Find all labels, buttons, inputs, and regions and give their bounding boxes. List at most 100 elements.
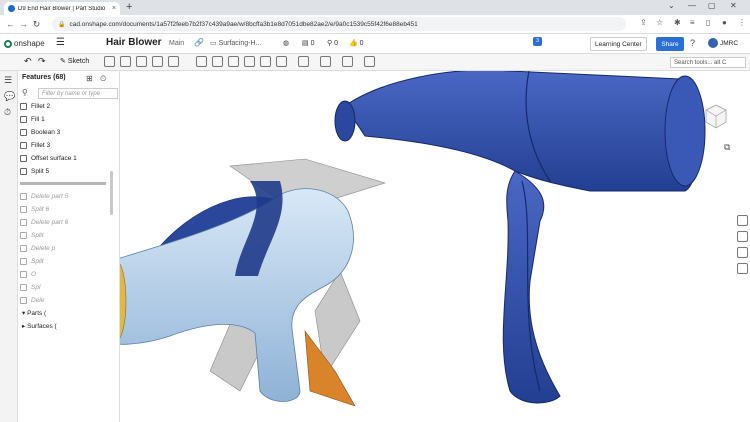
likes-counter[interactable]: 👍 0 [349, 39, 364, 47]
draft-icon[interactable] [228, 56, 239, 67]
bookmark-star-icon[interactable]: ☆ [656, 18, 663, 27]
redo-icon[interactable]: ↷ [38, 56, 46, 67]
share-page-icon[interactable]: ⇪ [640, 18, 647, 27]
avatar[interactable] [708, 38, 718, 48]
measure-icon[interactable] [737, 247, 748, 258]
fillet-icon[interactable] [196, 56, 207, 67]
feature-item[interactable]: Fillet 3 [20, 142, 50, 149]
onshape-logo-text: onshape [14, 39, 45, 48]
feature-item-suppressed[interactable]: O [20, 271, 36, 278]
blower-rear-cap [664, 75, 706, 187]
link-icon[interactable]: 🔗 [194, 38, 204, 47]
globe-icon[interactable]: ◍ [283, 39, 289, 47]
mate-connector-icon[interactable] [364, 56, 375, 67]
comments-icon[interactable]: 💬 [4, 91, 15, 102]
learning-center-button[interactable]: Learning Center [590, 37, 647, 51]
help-icon[interactable]: ? [690, 38, 695, 48]
history-icon[interactable]: ⏱ [4, 107, 11, 118]
document-name[interactable]: Hair Blower [106, 37, 162, 48]
hole-icon[interactable] [260, 56, 271, 67]
feature-item[interactable]: Split 5 [20, 168, 49, 175]
appearance-panel-icon[interactable] [737, 215, 748, 226]
back-arrow-icon[interactable]: ← [4, 19, 17, 29]
mass-properties-icon[interactable] [737, 231, 748, 242]
view-cube-icon[interactable] [702, 102, 728, 130]
feature-item[interactable]: Fill 1 [20, 116, 45, 123]
feature-item-suppressed[interactable]: Delete p [20, 245, 55, 252]
user-name[interactable]: JMRC [720, 40, 738, 47]
search-tools-input[interactable]: Search tools... alt C [670, 57, 746, 68]
surfaces-section[interactable]: ▸ Surfaces ( [22, 322, 57, 331]
section-view-icon[interactable] [737, 263, 748, 274]
onshape-logo-icon [4, 39, 12, 48]
branch-name[interactable]: Main [169, 40, 184, 47]
chamfer-icon[interactable] [212, 56, 223, 67]
feature-item-suppressed[interactable]: Delete part 6 [20, 219, 68, 226]
hamburger-icon[interactable]: ☰ [56, 37, 65, 48]
rollback-history-icon[interactable]: ⏲ [100, 74, 106, 84]
url-text: cad.onshape.com/documents/1a57f2feeb7b2f… [69, 20, 418, 28]
model-render [120, 71, 706, 407]
comments-counter[interactable]: ⚲ 0 [327, 39, 338, 47]
parts-section[interactable]: ▾ Parts ( [22, 309, 46, 318]
feature-item-suppressed[interactable]: Spl [20, 284, 40, 291]
sidepanel-icon[interactable]: ▯ [706, 18, 710, 27]
right-side-tools [736, 215, 750, 279]
graphics-viewport[interactable] [120, 71, 736, 422]
filter-icon[interactable]: ⚲ [22, 88, 28, 97]
feature-item[interactable]: Fillet 2 [20, 103, 50, 110]
onshape-logo[interactable]: onshape [4, 39, 45, 48]
pattern-icon[interactable] [298, 56, 309, 67]
boolean-icon[interactable] [276, 56, 287, 67]
revolve-icon[interactable] [120, 56, 131, 67]
view-options-icon[interactable]: ⧉ [724, 142, 730, 153]
browser-menu-icon[interactable]: ⋮ [738, 18, 746, 27]
sweep-icon[interactable] [136, 56, 147, 67]
close-window-button[interactable]: ✕ [730, 1, 737, 10]
document-tab-name[interactable]: ▭ Surfacing-H... [210, 39, 261, 47]
forward-arrow-icon[interactable]: → [17, 19, 30, 29]
extensions-icon[interactable]: ✱ [674, 18, 681, 27]
notification-badge[interactable]: 3 [533, 37, 542, 46]
mirror-icon[interactable] [320, 56, 331, 67]
share-button[interactable]: Share [656, 37, 684, 51]
reading-list-icon[interactable]: ≡ [690, 18, 695, 27]
fillet-icon [20, 103, 27, 110]
url-field[interactable]: 🔒 cad.onshape.com/documents/1a57f2feeb7b… [52, 17, 626, 31]
browser-tab[interactable]: D9 End Hair Blower | Part Studio × [4, 2, 120, 15]
reload-icon[interactable]: ↻ [30, 19, 43, 30]
maximize-window-button[interactable]: ▢ [708, 1, 716, 10]
shell-icon[interactable] [244, 56, 255, 67]
undo-icon[interactable]: ↶ [24, 56, 32, 67]
rollback-bar[interactable] [20, 182, 106, 185]
offset-surface-icon [20, 155, 27, 162]
feature-item-suppressed[interactable]: Split [20, 232, 44, 239]
extrude-icon[interactable] [104, 56, 115, 67]
new-tab-button[interactable]: + [126, 1, 132, 13]
feature-item-suppressed[interactable]: Split [20, 258, 44, 265]
feature-item-suppressed[interactable]: Delete part 5 [20, 193, 68, 200]
blower-handle [502, 170, 561, 404]
hair-blower-model[interactable] [334, 71, 706, 404]
surface-model[interactable] [120, 158, 387, 407]
plane-icon[interactable] [342, 56, 353, 67]
profile-icon[interactable]: ● [722, 18, 727, 27]
feature-item-suppressed[interactable]: Dele [20, 297, 44, 304]
feature-item-suppressed[interactable]: Split 6 [20, 206, 49, 213]
close-tab-icon[interactable]: × [112, 5, 116, 12]
feature-list-icon[interactable]: ☰ [4, 75, 12, 86]
sketch-button[interactable]: ✎ Sketch [60, 57, 89, 65]
loft-icon[interactable] [152, 56, 163, 67]
tab-search-icon[interactable]: ⌄ [668, 1, 675, 10]
minimize-window-button[interactable]: — [688, 1, 696, 10]
delete-part-icon [20, 297, 27, 304]
thicken-icon[interactable] [168, 56, 179, 67]
feature-filter-input[interactable]: Filter by name or type [38, 88, 118, 99]
feature-list-scrollbar[interactable] [110, 171, 113, 215]
browser-tab-title: D9 End Hair Blower | Part Studio [18, 5, 106, 12]
onshape-topbar: onshape ☰ Hair Blower Main 🔗 ▭ Surfacing… [0, 34, 750, 54]
feature-item[interactable]: Offset surface 1 [20, 155, 77, 162]
add-folder-icon[interactable]: ⊞ [86, 74, 93, 83]
feature-item[interactable]: Boolean 3 [20, 129, 60, 136]
versions-counter[interactable]: ▤ 0 [302, 39, 314, 47]
